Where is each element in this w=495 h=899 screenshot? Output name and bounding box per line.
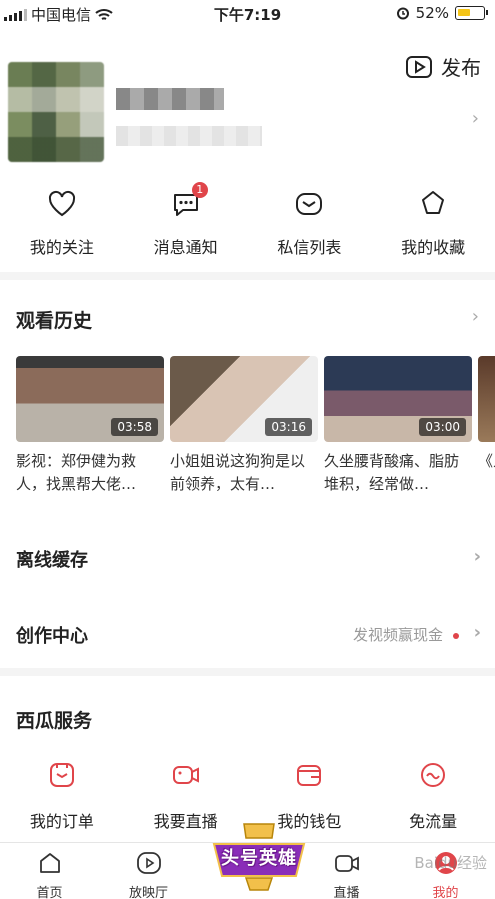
quick-action-favorites[interactable]: 我的收藏: [371, 188, 495, 258]
creator-center-promo: 发视频赢现金: [353, 624, 459, 645]
tab-label: 首页: [36, 886, 63, 899]
status-bar: 中国电信 下午7:19 52%: [0, 0, 495, 28]
play-icon: [136, 852, 161, 874]
live-camera-icon: [172, 766, 199, 784]
chevron-right-icon: ›: [473, 546, 481, 567]
promo-hero-badge[interactable]: 头号英雄: [206, 820, 312, 894]
service-label: 我的订单: [29, 812, 94, 831]
heart-icon: [48, 190, 75, 217]
quick-action-label: 私信列表: [277, 238, 342, 257]
video-duration: 03:00: [419, 418, 466, 436]
video-duration: 03:16: [265, 418, 312, 436]
creator-center-row[interactable]: 创作中心 发视频赢现金 ›: [16, 622, 481, 648]
battery-icon: [455, 6, 488, 20]
notification-badge: 1: [191, 182, 208, 198]
creator-center-label: 创作中心: [16, 626, 88, 647]
history-item[interactable]: 03:00 久坐腰背酸痛、脂肪堆积，经常做…: [324, 356, 472, 496]
live-icon: [334, 855, 359, 872]
wallet-icon: [297, 765, 322, 786]
promo-hero-text: 头号英雄: [221, 848, 297, 869]
history-title: 观看历史: [16, 310, 93, 332]
history-list: 03:58 影视：郑伊健为救人，找黑帮大佬… 03:16 小姐姐说这狗狗是以前领…: [16, 356, 495, 496]
video-thumbnail: 03:00: [324, 356, 472, 442]
order-icon: [49, 763, 74, 787]
video-title: 影视：郑伊健为救人，找黑帮大佬…: [16, 452, 137, 493]
video-publish-icon: [406, 55, 432, 78]
video-title: 《人: [478, 452, 495, 470]
publish-label: 发布: [441, 56, 481, 80]
avatar[interactable]: [8, 62, 104, 162]
publish-button[interactable]: 发布: [405, 52, 481, 81]
watermark: Baidu经验: [414, 854, 487, 872]
service-free-data[interactable]: 免流量: [371, 760, 495, 831]
video-thumbnail: 03:58: [16, 356, 164, 442]
history-item[interactable]: 03:58 影视：郑伊健为救人，找黑帮大佬…: [16, 356, 164, 496]
offline-cache-label: 离线缓存: [16, 550, 88, 571]
quick-action-label: 我的关注: [29, 238, 94, 257]
user-info-blurred: [116, 126, 262, 146]
home-icon: [39, 853, 60, 873]
video-title: 久坐腰背酸痛、脂肪堆积，经常做…: [324, 452, 460, 493]
quick-action-notifications[interactable]: 1 消息通知: [124, 182, 248, 258]
promo-text: 发视频赢现金: [352, 626, 443, 644]
offline-cache-row[interactable]: 离线缓存 ›: [16, 546, 481, 572]
service-label: 免流量: [409, 812, 458, 831]
video-thumbnail: [478, 356, 495, 442]
chevron-right-icon: ›: [473, 622, 481, 643]
divider: [0, 668, 495, 676]
video-title: 小姐姐说这狗狗是以前领养，太有…: [170, 452, 306, 493]
quick-action-messages[interactable]: 私信列表: [248, 188, 372, 258]
tab-home[interactable]: 首页: [0, 843, 99, 899]
divider: [0, 272, 495, 280]
services-title: 西瓜服务: [16, 710, 93, 732]
red-dot-indicator: [453, 632, 459, 639]
history-chevron-icon[interactable]: ›: [472, 306, 479, 327]
tab-label: 我的: [432, 886, 459, 899]
quick-actions: 我的关注 1 消息通知 私信列表 我的收藏: [0, 182, 495, 258]
free-data-icon: [421, 763, 446, 787]
quick-action-follow[interactable]: 我的关注: [0, 188, 124, 258]
alarm-icon: [396, 7, 409, 20]
tab-theater[interactable]: 放映厅: [99, 843, 198, 899]
video-thumbnail: 03:16: [170, 356, 318, 442]
history-item[interactable]: 《人: [478, 356, 495, 496]
quick-action-label: 我的收藏: [401, 238, 466, 257]
video-duration: 03:58: [111, 418, 158, 436]
username-blurred: [116, 88, 224, 110]
star-icon: [422, 191, 445, 214]
tab-label: 放映厅: [128, 886, 168, 899]
quick-action-label: 消息通知: [153, 238, 218, 257]
service-orders[interactable]: 我的订单: [0, 760, 124, 831]
profile-chevron-icon[interactable]: ›: [472, 108, 479, 129]
battery-percent: 52%: [415, 4, 449, 22]
envelope-icon: [296, 193, 323, 215]
history-item[interactable]: 03:16 小姐姐说这狗狗是以前领养，太有…: [170, 356, 318, 496]
